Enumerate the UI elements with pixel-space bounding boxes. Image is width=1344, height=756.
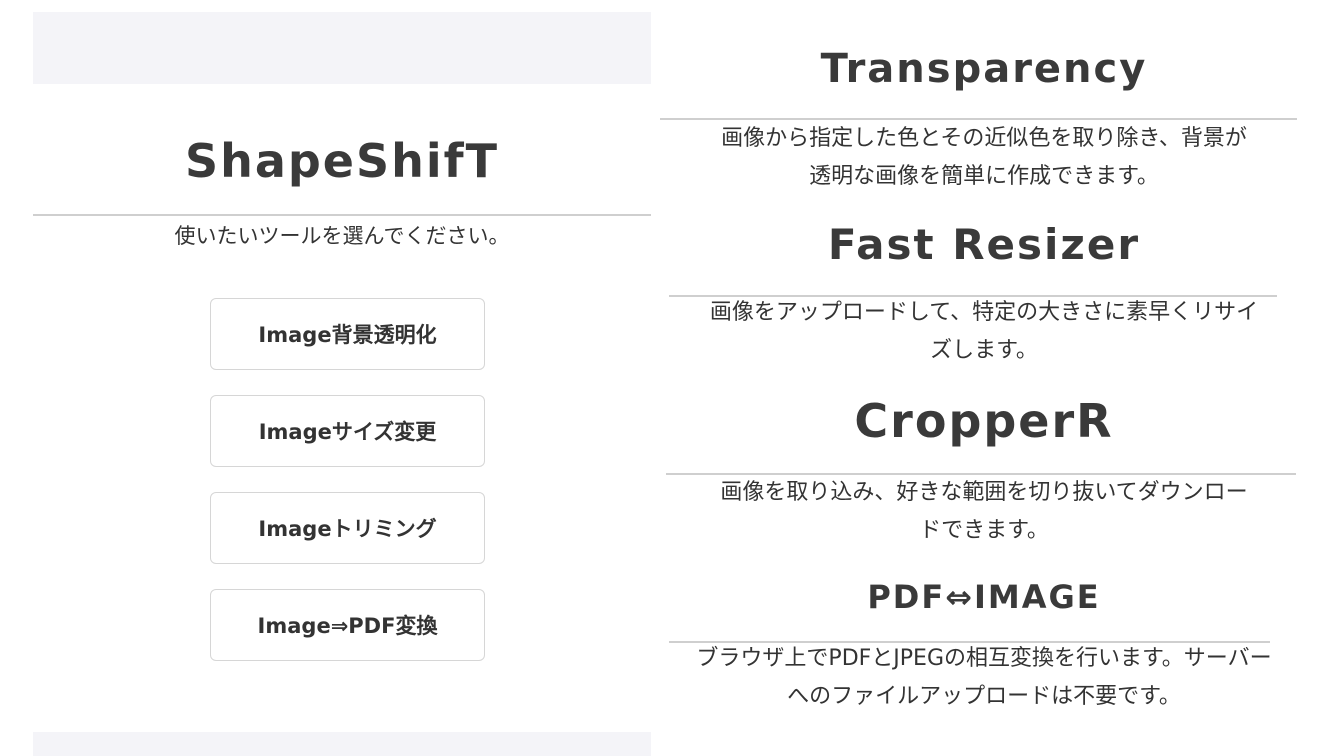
header-band [33,12,651,84]
brand-divider [33,214,651,216]
pdf-convert-button[interactable]: Image⇒PDF変換 [210,589,485,661]
feature-title-transparency: Transparency [820,46,1148,92]
brand-title: ShapeShifT [184,134,500,188]
features-panel: Transparency 画像から指定した色とその近似色を取り除き、背景が 透明… [660,0,1308,756]
tool-selector-panel: ShapeShifT 使いたいツールを選んでください。 Image背景透明化 I… [33,12,651,756]
intro-text: 使いたいツールを選んでください。 [174,224,510,248]
feature-description-transparency: 画像から指定した色とその近似色を取り除き、背景が 透明な画像を簡単に作成できます… [721,126,1247,189]
feature-description-pdf-image: ブラウザ上でPDFとJPEGの相互変換を行います。サーバー へのファイルアップロ… [696,646,1272,709]
feature-description-cropper: 画像を取り込み、好きな範囲を切り抜いてダウンロー ドできます。 [720,480,1248,543]
trimming-button[interactable]: Imageトリミング [210,492,485,564]
feature-title-pdf-image: PDF⇔IMAGE [867,578,1101,616]
feature-title-cropper: CropperR [854,394,1114,448]
feature-title-fast-resizer: Fast Resizer [827,220,1141,269]
resize-button[interactable]: Imageサイズ変更 [210,395,485,467]
footer-band [33,732,651,756]
feature-description-fast-resizer: 画像をアップロードして、特定の大きさに素早くリサイ ズします。 [709,300,1259,363]
transparency-button[interactable]: Image背景透明化 [210,298,485,370]
